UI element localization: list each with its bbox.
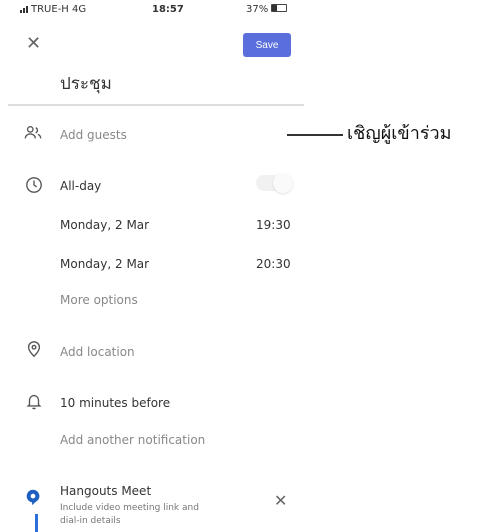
signal-icon	[20, 6, 28, 13]
meet-subtitle-2: dial-in details	[60, 516, 121, 526]
meet-title: Hangouts Meet	[60, 484, 152, 498]
title-divider	[8, 104, 304, 106]
start-time[interactable]: 19:30	[256, 218, 291, 232]
remove-meet-icon[interactable]: ✕	[274, 491, 287, 510]
event-title[interactable]: ประชุม	[60, 70, 112, 97]
people-icon	[24, 124, 42, 146]
battery-icon	[271, 4, 288, 12]
carrier-text: TRUE-H 4G	[31, 4, 87, 15]
save-button[interactable]: Save	[243, 33, 291, 57]
hangouts-meet-icon	[24, 488, 42, 510]
add-guests-field[interactable]: Add guests	[60, 128, 127, 142]
more-options-link[interactable]: More options	[60, 293, 138, 307]
status-time: 18:57	[152, 4, 184, 15]
battery-status: 37%	[246, 4, 288, 15]
annotation-line	[287, 134, 343, 136]
status-bar: TRUE-H 4G 18:57 37%	[0, 0, 479, 22]
meet-subtitle-1: Include video meeting link and	[60, 503, 199, 513]
add-location-field[interactable]: Add location	[60, 345, 135, 359]
all-day-toggle[interactable]	[256, 173, 293, 193]
add-notification-link[interactable]: Add another notification	[60, 433, 205, 447]
toggle-knob	[273, 173, 293, 193]
battery-percent: 37%	[246, 4, 269, 15]
start-date[interactable]: Monday, 2 Mar	[60, 218, 149, 232]
end-time[interactable]: 20:30	[256, 257, 291, 271]
location-pin-icon	[25, 340, 43, 362]
guests-annotation: เชิญผู้เข้าร่วม	[347, 123, 452, 144]
close-icon[interactable]: ✕	[26, 34, 46, 54]
meet-indicator-bar	[35, 514, 38, 532]
notification-setting[interactable]: 10 minutes before	[60, 396, 170, 410]
all-day-label: All-day	[60, 179, 102, 193]
carrier-label: TRUE-H 4G	[20, 4, 86, 15]
end-date[interactable]: Monday, 2 Mar	[60, 257, 149, 271]
clock-icon	[25, 176, 43, 198]
bell-icon	[25, 392, 43, 414]
